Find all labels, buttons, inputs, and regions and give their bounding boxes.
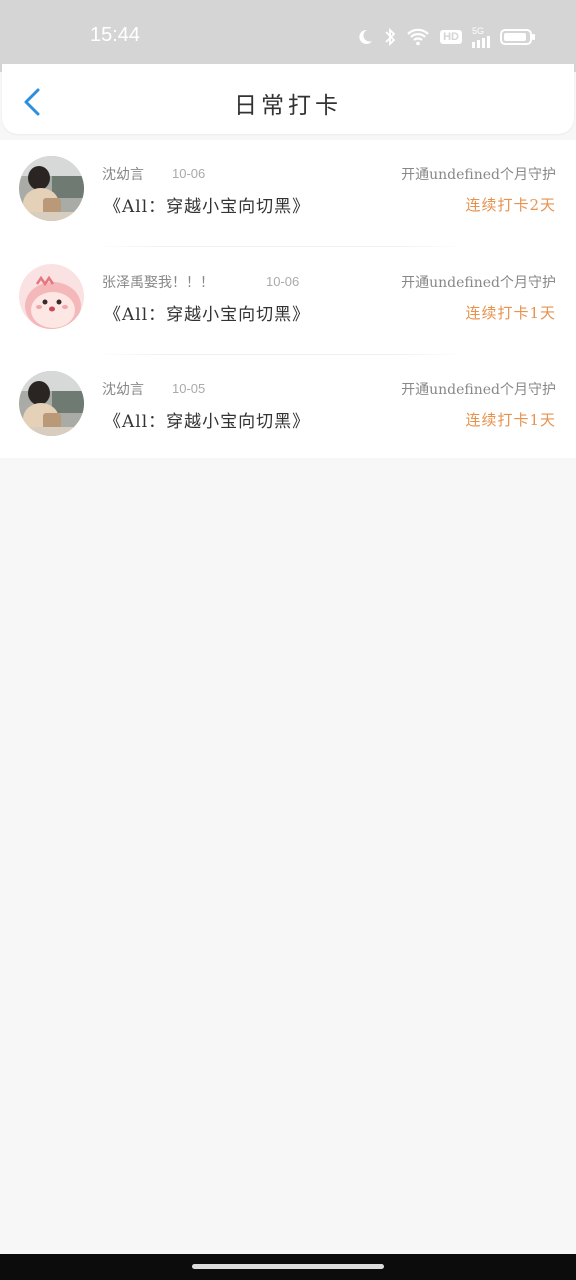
- status-bar: 15:44 HD 5G: [0, 0, 576, 72]
- girl-photo-avatar: [19, 156, 84, 221]
- status-icons: HD 5G: [356, 24, 536, 50]
- avatar[interactable]: [19, 264, 84, 329]
- bluetooth-icon: [385, 27, 396, 47]
- avatar[interactable]: [19, 156, 84, 221]
- streak-count: 连续打卡2天: [465, 196, 556, 214]
- avatar[interactable]: [19, 371, 84, 436]
- checkin-date: 10-06: [266, 274, 300, 289]
- header-bar: 日常打卡: [2, 64, 574, 134]
- checkin-date: 10-06: [172, 166, 206, 181]
- username: 张泽禹娶我！！！: [102, 275, 214, 291]
- network-label: 5G: [472, 26, 490, 48]
- girl-photo-avatar: [19, 371, 84, 436]
- hd-badge: HD: [440, 30, 462, 44]
- signal-icon: [472, 35, 490, 48]
- wifi-icon: [407, 28, 429, 46]
- guard-status: 开通undefined个月守护: [401, 382, 556, 398]
- book-title: 《All：穿越小宝向切黑》: [104, 412, 311, 432]
- pink-cartoon-avatar: [19, 264, 84, 329]
- streak-count: 连续打卡1天: [465, 304, 556, 322]
- username: 沈幼言: [102, 382, 144, 398]
- checkin-list: 沈幼言 10-06 《All：穿越小宝向切黑》 开通undefined个月守护 …: [0, 140, 576, 458]
- home-indicator[interactable]: [192, 1264, 384, 1269]
- moon-icon: [359, 29, 373, 44]
- streak-count: 连续打卡1天: [465, 411, 556, 429]
- divider: [96, 246, 464, 247]
- list-item[interactable]: 沈幼言 10-06 《All：穿越小宝向切黑》 开通undefined个月守护 …: [0, 140, 576, 247]
- guard-status: 开通undefined个月守护: [401, 275, 556, 291]
- system-navigation-bar: [0, 1254, 576, 1280]
- status-time: 15:44: [90, 24, 141, 46]
- list-item[interactable]: 张泽禹娶我！！！ 10-06 《All：穿越小宝向切黑》 开通undefined…: [0, 248, 576, 355]
- list-item[interactable]: 沈幼言 10-05 《All：穿越小宝向切黑》 开通undefined个月守护 …: [0, 355, 576, 462]
- book-title: 《All：穿越小宝向切黑》: [104, 305, 311, 325]
- book-title: 《All：穿越小宝向切黑》: [104, 197, 311, 217]
- page-title: 日常打卡: [234, 93, 342, 119]
- battery-icon: [500, 29, 535, 45]
- checkin-date: 10-05: [172, 381, 206, 396]
- guard-status: 开通undefined个月守护: [401, 167, 556, 183]
- username: 沈幼言: [102, 167, 144, 183]
